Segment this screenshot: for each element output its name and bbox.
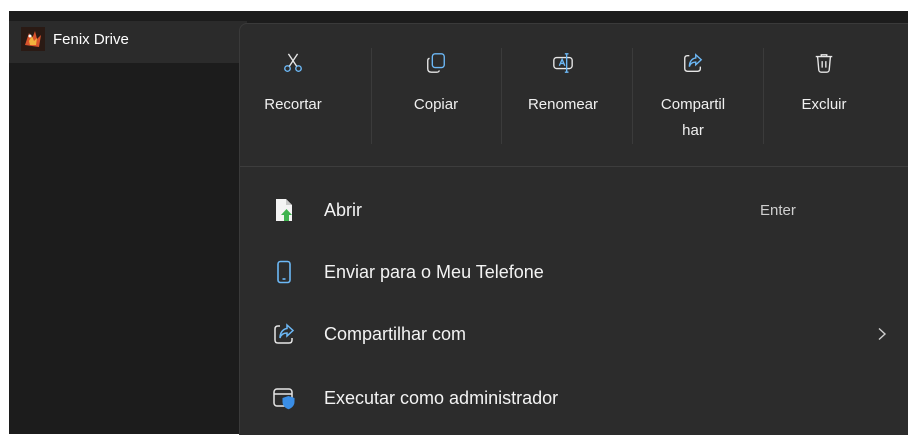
trash-icon <box>815 54 833 73</box>
file-name: Fenix Drive <box>53 30 129 48</box>
file-item-fenix-drive[interactable]: Fenix Drive <box>9 21 247 63</box>
share-icon <box>274 323 295 344</box>
delete-button[interactable]: Excluir <box>765 38 883 156</box>
share-label: Compartil har <box>660 96 726 139</box>
share-icon <box>684 53 703 72</box>
phone-icon <box>277 260 291 284</box>
quick-separator <box>371 48 372 144</box>
copy-label: Copiar <box>413 96 459 113</box>
share-button[interactable]: Compartil har <box>634 38 752 156</box>
open-shortcut: Enter <box>760 201 796 219</box>
share-with-label: Compartilhar com <box>324 323 467 344</box>
menu-item-send-to-phone[interactable]: Enviar para o Meu Telefone <box>240 241 908 303</box>
admin-shield-icon <box>273 388 295 410</box>
menu-item-open[interactable]: Abrir Enter <box>240 179 908 241</box>
delete-label: Excluir <box>801 96 847 113</box>
chevron-right-icon <box>878 327 887 341</box>
quick-separator <box>501 48 502 144</box>
rename-button[interactable]: Renomear <box>504 38 622 156</box>
cut-button[interactable]: Recortar <box>234 38 352 156</box>
cut-label: Recortar <box>264 96 322 113</box>
open-file-icon <box>276 199 292 221</box>
rename-icon <box>553 53 573 73</box>
quick-actions-bar: Recortar Copiar Renomear Compartil har E… <box>240 24 908 166</box>
rename-label: Renomear <box>527 96 599 113</box>
context-menu: Recortar Copiar Renomear Compartil har E… <box>239 23 908 435</box>
scissors-icon <box>284 53 302 72</box>
menu-item-share-with[interactable]: Compartilhar com <box>240 303 908 365</box>
send-to-phone-label: Enviar para o Meu Telefone <box>324 261 544 282</box>
copy-button[interactable]: Copiar <box>377 38 495 156</box>
copy-icon <box>427 53 445 73</box>
quick-separator <box>763 48 764 144</box>
menu-separator <box>240 166 908 167</box>
open-label: Abrir <box>324 199 363 220</box>
run-as-admin-label: Executar como administrador <box>324 387 559 408</box>
menu-item-run-as-admin[interactable]: Executar como administrador <box>240 367 908 429</box>
app-icon <box>21 27 45 51</box>
quick-separator <box>632 48 633 144</box>
